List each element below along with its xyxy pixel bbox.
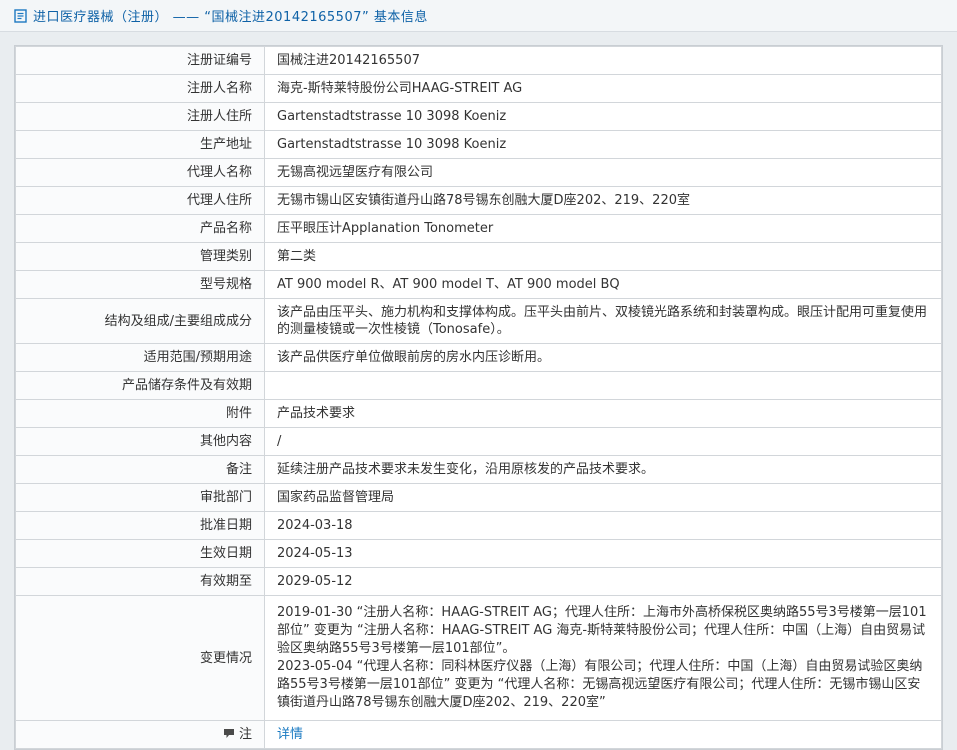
row-value: 海克-斯特莱特股份公司HAAG-STREIT AG	[264, 74, 942, 103]
row-label: 变更情况	[15, 595, 265, 721]
table-row: 产品储存条件及有效期	[15, 371, 942, 400]
table-row: 代理人名称 无锡高视远望医疗有限公司	[15, 158, 942, 187]
registration-info-table: 注册证编号 国械注进20142165507 注册人名称 海克-斯特莱特股份公司HAAG…	[14, 45, 943, 750]
row-label-text: 附件	[225, 406, 252, 421]
row-value: 国家药品监督管理局	[264, 483, 942, 512]
row-label: 产品储存条件及有效期	[15, 371, 265, 400]
row-label: 适用范围/预期用途	[15, 343, 265, 372]
table-row: 变更情况 2019-01-30 “注册人名称：HAAG-STREIT AG；代理人…	[15, 595, 942, 721]
row-label: 生产地址	[15, 130, 265, 159]
row-value: 该产品由压平头、施力机构和支撑体构成。压平头由前片、双棱镜光路系统和封装罩构成。…	[264, 298, 942, 344]
row-label-text: 注册人名称	[186, 81, 252, 96]
table-row: 生效日期 2024-05-13	[15, 539, 942, 568]
table-row: 有效期至 2029-05-12	[15, 567, 942, 596]
row-label-text: 生产地址	[199, 137, 252, 152]
row-value: 延续注册产品技术要求未发生变化，沿用原核发的产品技术要求。	[264, 455, 942, 484]
row-label-text: 审批部门	[199, 490, 252, 505]
row-label: 型号规格	[15, 270, 265, 299]
row-label-text: 生效日期	[199, 546, 252, 561]
row-label: 产品名称	[15, 214, 265, 243]
row-label: 注册证编号	[15, 46, 265, 75]
row-value: /	[264, 427, 942, 456]
document-icon	[14, 8, 27, 23]
table-row: 批准日期 2024-03-18	[15, 511, 942, 540]
row-label: 备注	[15, 455, 265, 484]
row-value: 2024-03-18	[264, 511, 942, 540]
table-row: 注 详情	[15, 720, 942, 749]
table-row: 代理人住所 无锡市锡山区安镇街道丹山路78号锡东创融大厦D座202、219、220…	[15, 186, 942, 215]
row-value: 详情	[264, 720, 942, 749]
row-label: 管理类别	[15, 242, 265, 271]
row-value: 2024-05-13	[264, 539, 942, 568]
row-label: 审批部门	[15, 483, 265, 512]
row-label: 注	[15, 720, 265, 749]
comment-icon	[223, 727, 235, 738]
row-label-text: 产品储存条件及有效期	[121, 378, 252, 393]
row-label: 附件	[15, 399, 265, 428]
row-label-text: 管理类别	[199, 249, 252, 264]
row-label-text: 注册人住所	[186, 109, 252, 124]
table-row: 适用范围/预期用途 该产品供医疗单位做眼前房的房水内压诊断用。	[15, 343, 942, 372]
row-label-text: 有效期至	[199, 574, 252, 589]
row-value: 无锡市锡山区安镇街道丹山路78号锡东创融大厦D座202、219、220室	[264, 186, 942, 215]
row-label: 有效期至	[15, 567, 265, 596]
row-label-text: 代理人名称	[186, 165, 252, 180]
row-value: 该产品供医疗单位做眼前房的房水内压诊断用。	[264, 343, 942, 372]
row-value: AT 900 model R、AT 900 model T、AT 900 mod…	[264, 270, 942, 299]
table-row: 生产地址 Gartenstadtstrasse 10 3098 Koeniz	[15, 130, 942, 159]
table-row: 注册人住所 Gartenstadtstrasse 10 3098 Koeniz	[15, 102, 942, 131]
row-label: 注册人住所	[15, 102, 265, 131]
page-title: 进口医疗器械（注册） —— “国械注进20142165507” 基本信息	[33, 10, 428, 25]
row-label-text: 型号规格	[199, 277, 252, 292]
row-value: 压平眼压计Applanation Tonometer	[264, 214, 942, 243]
table-row: 型号规格 AT 900 model R、AT 900 model T、AT 900…	[15, 270, 942, 299]
detail-link[interactable]: 详情	[277, 727, 303, 742]
row-value: 国械注进20142165507	[264, 46, 942, 75]
row-label-text: 结构及组成/主要组成成分	[104, 313, 252, 329]
row-label-text: 注	[238, 727, 252, 742]
row-value: Gartenstadtstrasse 10 3098 Koeniz	[264, 102, 942, 131]
table-row: 注册人名称 海克-斯特莱特股份公司HAAG-STREIT AG	[15, 74, 942, 103]
row-value: Gartenstadtstrasse 10 3098 Koeniz	[264, 130, 942, 159]
row-label: 注册人名称	[15, 74, 265, 103]
info-table-body: 注册证编号 国械注进20142165507 注册人名称 海克-斯特莱特股份公司HAAG…	[15, 46, 942, 749]
row-value: 产品技术要求	[264, 399, 942, 428]
row-label: 代理人住所	[15, 186, 265, 215]
table-row: 其他内容 /	[15, 427, 942, 456]
row-value: 无锡高视远望医疗有限公司	[264, 158, 942, 187]
row-label: 代理人名称	[15, 158, 265, 187]
row-label-text: 变更情况	[199, 650, 252, 666]
page: { "header": { "title": "进口医疗器械（注册） —— “国…	[0, 0, 957, 750]
row-label: 结构及组成/主要组成成分	[15, 298, 265, 344]
row-label-text: 产品名称	[199, 221, 252, 236]
row-value: 2029-05-12	[264, 567, 942, 596]
row-label: 生效日期	[15, 539, 265, 568]
table-row: 注册证编号 国械注进20142165507	[15, 46, 942, 75]
row-label-text: 批准日期	[199, 518, 252, 533]
table-row: 审批部门 国家药品监督管理局	[15, 483, 942, 512]
table-row: 产品名称 压平眼压计Applanation Tonometer	[15, 214, 942, 243]
row-label-text: 其他内容	[199, 434, 252, 449]
row-label-text: 注册证编号	[186, 53, 252, 68]
table-row: 附件 产品技术要求	[15, 399, 942, 428]
table-row: 管理类别 第二类	[15, 242, 942, 271]
row-value: 2019-01-30 “注册人名称：HAAG-STREIT AG；代理人住所：上…	[264, 595, 942, 721]
page-header: 进口医疗器械（注册） —— “国械注进20142165507” 基本信息	[0, 0, 957, 32]
row-value: 第二类	[264, 242, 942, 271]
row-label: 批准日期	[15, 511, 265, 540]
row-label-text: 代理人住所	[186, 193, 252, 208]
table-row: 结构及组成/主要组成成分 该产品由压平头、施力机构和支撑体构成。压平头由前片、双棱…	[15, 298, 942, 344]
table-row: 备注 延续注册产品技术要求未发生变化，沿用原核发的产品技术要求。	[15, 455, 942, 484]
row-label-text: 适用范围/预期用途	[143, 350, 252, 365]
row-label: 其他内容	[15, 427, 265, 456]
row-label-text: 备注	[225, 462, 252, 477]
row-value	[264, 371, 942, 400]
